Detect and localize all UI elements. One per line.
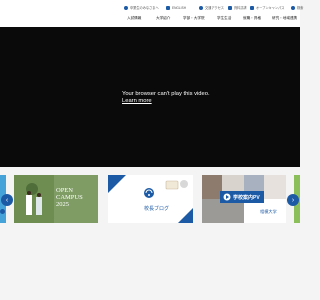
utility-link-opencampus[interactable]: オープンキャンパス xyxy=(250,3,285,12)
carousel-indicator[interactable] xyxy=(0,209,5,214)
video-error-text: Your browser can't play this video. xyxy=(122,91,210,97)
nav-label: 学部・大学院 xyxy=(183,16,205,20)
nav-label: 大学紹介 xyxy=(156,16,171,20)
carousel-next-button[interactable]: › xyxy=(287,194,299,206)
opencampus-title: OPEN CAMPUS xyxy=(56,187,83,201)
utility-link-access[interactable]: 交通アクセス xyxy=(199,3,224,12)
nav-item-research[interactable]: 研究・地域連携 xyxy=(272,14,297,23)
nav-item-career[interactable]: 就職・資格 xyxy=(243,14,261,23)
utility-label: ENGLISH xyxy=(172,5,186,10)
chevron-left-icon: ‹ xyxy=(5,196,9,204)
utility-link-alumni[interactable]: 卒業生のみなさまへ xyxy=(124,3,159,12)
utility-label: オープンキャンパス xyxy=(256,6,285,10)
nav-item-student-life[interactable]: 学生生活 xyxy=(217,14,231,23)
carousel-card-blog[interactable]: 校長ブログ xyxy=(108,175,193,223)
nav-label: 就職・資格 xyxy=(243,16,261,20)
utility-label: 卒業生のみなさまへ xyxy=(130,6,159,10)
utility-link-english[interactable]: ENGLISH xyxy=(166,3,186,12)
utility-label: 検索 xyxy=(297,6,304,10)
carousel-card-pv[interactable]: 学校案内PV 相模大学 xyxy=(202,175,286,223)
person-icon xyxy=(124,5,128,10)
page-background xyxy=(0,245,300,300)
opencampus-year: 2025 xyxy=(56,201,69,208)
site-header: 卒業生のみなさまへ ENGLISH 交通アクセス 資料請求 オープンキャンパス … xyxy=(0,0,303,27)
pv-label: 学校案内PV xyxy=(233,195,260,201)
nav-label: 学生生活 xyxy=(217,16,232,20)
utility-link-request[interactable]: 資料請求 xyxy=(228,3,247,12)
opencampus-text: OPEN CAMPUS 2025 xyxy=(56,187,98,208)
university-brand: 相模大学 xyxy=(260,209,277,214)
nav-item-admissions[interactable]: 入試情報 xyxy=(127,14,141,23)
chevron-right-icon: › xyxy=(291,196,295,204)
blog-illustration xyxy=(108,175,193,223)
utility-label: 交通アクセス xyxy=(205,6,224,10)
search-icon xyxy=(291,5,295,10)
utility-label: 資料請求 xyxy=(234,6,247,10)
nav-item-about[interactable]: 大学紹介 xyxy=(156,14,170,23)
blog-label: 校長ブログ xyxy=(144,206,170,212)
video-fallback-message: Your browser can't play this video. Lear… xyxy=(122,91,210,104)
nav-label: 入試情報 xyxy=(127,16,142,20)
utility-link-search[interactable]: 検索 xyxy=(291,3,303,12)
carousel-card-opencampus[interactable]: OPEN CAMPUS 2025 xyxy=(14,175,98,223)
globe-icon xyxy=(166,5,170,10)
calendar-icon xyxy=(250,5,254,10)
nav-label: 研究・地域連携 xyxy=(272,16,298,20)
nav-item-faculties[interactable]: 学部・大学院 xyxy=(183,14,205,23)
map-pin-icon xyxy=(199,5,203,10)
learn-more-link[interactable]: Learn more xyxy=(122,98,210,105)
mail-icon xyxy=(228,5,232,10)
carousel-prev-button[interactable]: ‹ xyxy=(1,194,13,206)
